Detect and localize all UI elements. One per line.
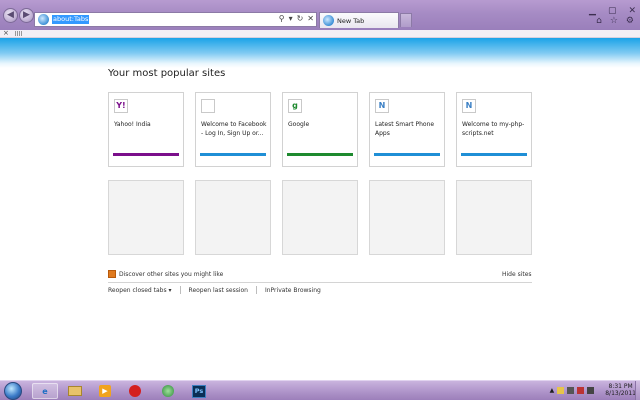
windows-explorer-icon[interactable] [62,383,88,399]
empty-site-tile[interactable] [282,180,358,255]
tray-app-icon[interactable] [567,386,575,394]
close-icon[interactable]: ✕ [307,14,314,23]
clock-date: 8/13/2011 [605,390,636,397]
empty-site-tile[interactable] [369,180,445,255]
site-tile-smartphone-apps[interactable]: N Latest Smart Phone Apps [369,92,445,167]
media-player-icon[interactable]: ▶ [92,383,118,399]
discover-icon [108,270,116,278]
separator [179,286,181,294]
discover-label: Discover other sites you might like [119,270,224,278]
maximize-icon[interactable]: ▢ [608,6,617,16]
ie-page-icon [38,14,49,25]
window-controls: ▁ ▢ ✕ [589,6,636,16]
divider [108,282,532,283]
site-favicon-icon: N [375,99,389,113]
gear-icon[interactable]: ⚙ [626,16,634,26]
newtab-header-band [0,38,640,68]
bottom-links: Reopen closed tabs ▾ Reopen last session… [108,286,321,294]
dropdown-icon[interactable]: ▾ [289,14,293,23]
volume-icon[interactable] [587,386,595,394]
empty-site-tile[interactable] [108,180,184,255]
start-button[interactable] [4,382,22,400]
blank-page-icon [201,99,215,113]
tile-label: Latest Smart Phone Apps [375,121,435,137]
chevron-down-icon: ▾ [168,286,172,294]
discover-sites-link[interactable]: Discover other sites you might like [108,270,223,278]
opera-icon[interactable] [122,383,148,399]
search-icon[interactable]: ⚲ [279,14,285,23]
clock-time: 8:31 PM [608,383,633,390]
photoshop-icon[interactable]: Ps [186,383,212,399]
tile-color-bar [287,153,353,156]
tile-color-bar [200,153,266,156]
back-arrow-icon[interactable]: ◀ [3,8,18,23]
address-bar[interactable]: about:Tabs ⚲ ▾ ↻ ✕ [34,12,317,27]
address-text[interactable]: about:Tabs [52,15,90,24]
system-tray: ▲ 8:31 PM 8/13/2011 [550,383,636,397]
reopen-last-session-link[interactable]: Reopen last session [189,287,248,294]
tile-label: Welcome to my-php-scripts.net [462,121,525,137]
signal-icon [15,31,23,36]
hide-sites-link[interactable]: Hide sites [502,271,532,278]
forward-arrow-icon[interactable]: ▶ [19,8,34,23]
tile-label: Welcome to Facebook - Log In, Sign Up or… [201,121,267,137]
tile-color-bar [461,153,527,156]
empty-site-tile[interactable] [456,180,532,255]
close-window-icon[interactable]: ✕ [628,6,636,16]
reopen-closed-tabs-link[interactable]: Reopen closed tabs ▾ [108,287,172,294]
address-actions: ⚲ ▾ ↻ ✕ [279,14,314,23]
new-tab-button[interactable] [400,13,412,27]
close-icon[interactable]: × [3,29,9,37]
google-icon: g [288,99,302,113]
status-strip: × [0,29,640,38]
tile-color-bar [113,153,179,156]
network-app-icon[interactable] [155,383,181,399]
yahoo-icon: Y! [114,99,128,113]
home-icon[interactable]: ⌂ [596,16,602,26]
inprivate-browsing-link[interactable]: InPrivate Browsing [265,287,321,294]
tile-color-bar [374,153,440,156]
newtab-page: Your most popular sites Y! Yahoo! India … [0,68,640,380]
refresh-icon[interactable]: ↻ [297,14,304,23]
site-tile-google[interactable]: g Google [282,92,358,167]
ie-page-icon [323,15,334,26]
empty-site-tile[interactable] [195,180,271,255]
site-tile-yahoo[interactable]: Y! Yahoo! India [108,92,184,167]
minimize-icon[interactable]: ▁ [589,6,596,16]
tab-title: New Tab [337,16,365,25]
star-icon[interactable]: ☆ [610,16,618,26]
taskbar: e ▶ Ps ▲ 8:31 PM 8/13/2011 [0,380,640,400]
site-tile-php-scripts[interactable]: N Welcome to my-php-scripts.net [456,92,532,167]
site-tile-facebook[interactable]: Welcome to Facebook - Log In, Sign Up or… [195,92,271,167]
reopen-closed-tabs-label: Reopen closed tabs [108,286,167,294]
tile-label: Yahoo! India [114,121,151,128]
clock[interactable]: 8:31 PM 8/13/2011 [605,383,636,397]
browser-toolbar: ◀ ▶ about:Tabs ⚲ ▾ ↻ ✕ New Tab ▁ ▢ ✕ ⌂ ☆… [0,0,640,30]
show-hidden-icons-icon[interactable]: ▲ [550,387,555,394]
page-title: Your most popular sites [108,68,226,79]
internet-explorer-icon[interactable]: e [32,383,58,399]
tab-new-tab[interactable]: New Tab [319,12,399,28]
show-desktop-button[interactable] [635,381,640,400]
site-favicon-icon: N [462,99,476,113]
flag-icon[interactable] [557,386,565,394]
network-warning-icon[interactable] [577,386,585,394]
toolbar-right: ⌂ ☆ ⚙ [596,16,634,26]
separator [255,286,257,294]
tile-label: Google [288,121,310,128]
